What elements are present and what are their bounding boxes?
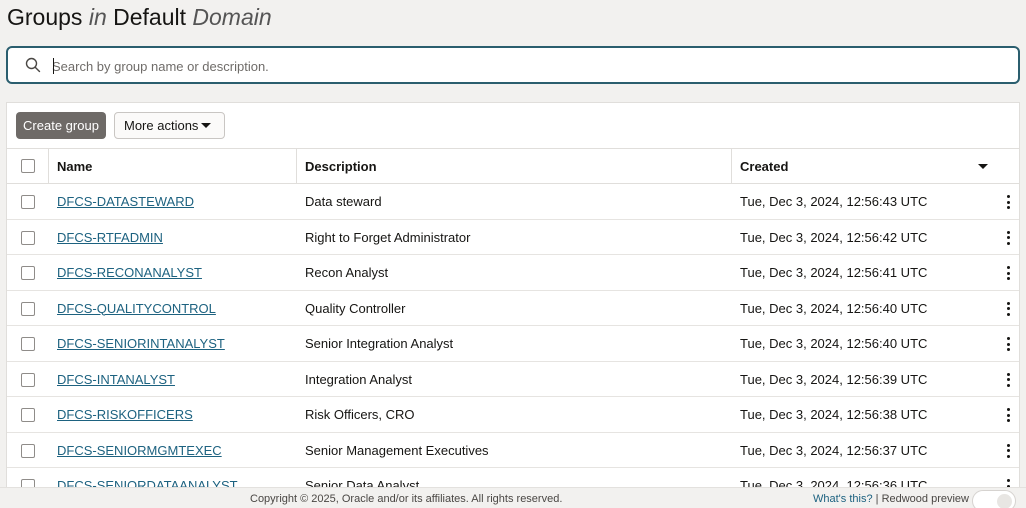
kebab-menu-icon[interactable] xyxy=(1002,407,1014,423)
more-actions-button[interactable]: More actions xyxy=(114,112,225,139)
title-domain: Domain xyxy=(192,4,272,30)
row-checkbox[interactable] xyxy=(21,408,35,422)
group-description: Recon Analyst xyxy=(305,265,389,280)
search-input[interactable] xyxy=(52,53,1002,79)
table-row[interactable]: DFCS-DATASTEWARD Data steward Tue, Dec 3, … xyxy=(7,184,1019,220)
group-description: Integration Analyst xyxy=(305,371,412,387)
column-header-name[interactable]: Name xyxy=(57,149,92,184)
row-checkbox[interactable] xyxy=(21,230,35,245)
table-row[interactable]: DFCS-QUALITYCONTROL Quality Controller Tue… xyxy=(7,291,1019,326)
search-icon xyxy=(25,57,41,73)
table-row[interactable]: DFCS-RISKOFFICERS Risk Officers, CRO Tue, … xyxy=(7,397,1019,433)
group-name-link[interactable]: DFCS-RISKOFFICERS xyxy=(57,397,193,432)
group-name-link[interactable]: DFCS-SENIORINTANALYST xyxy=(57,326,225,361)
redwood-preview-label: Redwood preview xyxy=(881,493,969,505)
group-name-link[interactable]: DFCS-QUALITYCONTROL xyxy=(57,291,216,326)
group-name-link[interactable]: DFCS-RTFADMIN xyxy=(57,220,163,255)
table-row[interactable]: DFCS-SENIORINTANALYST Senior Integration … xyxy=(7,326,1019,362)
table-row[interactable]: DFCS-RECONANALYST Recon Analyst Tue, Dec 3… xyxy=(7,255,1019,291)
page-footer: Copyright © 2025, Oracle and/or its affi… xyxy=(0,487,1026,508)
kebab-menu-icon[interactable] xyxy=(1002,265,1014,281)
table-body: DFCS-DATASTEWARD Data steward Tue, Dec 3, … xyxy=(7,184,1019,491)
group-created-date: Tue, Dec 3, 2024, 12:56:40 UTC xyxy=(740,300,928,316)
row-checkbox[interactable] xyxy=(21,266,35,280)
groups-panel: Create group More actions Name Descripti… xyxy=(6,102,1020,492)
row-checkbox[interactable] xyxy=(21,443,35,458)
group-created-date: Tue, Dec 3, 2024, 12:56:38 UTC xyxy=(740,407,928,422)
group-description: Quality Controller xyxy=(305,300,406,316)
redwood-preview-toggle[interactable] xyxy=(972,490,1016,508)
kebab-menu-icon[interactable] xyxy=(1002,230,1014,246)
sort-descending-icon[interactable] xyxy=(978,164,988,169)
footer-right: What's this? | Redwood preview xyxy=(813,493,969,505)
whats-this-link[interactable]: What's this? xyxy=(813,493,873,505)
group-description: Senior Integration Analyst xyxy=(305,336,454,351)
group-created-date: Tue, Dec 3, 2024, 12:56:40 UTC xyxy=(740,336,928,351)
search-box[interactable] xyxy=(6,46,1020,84)
table-row[interactable]: DFCS-SENIORMGMTEXEC Senior Management Exe… xyxy=(7,433,1019,468)
group-description: Risk Officers, CRO xyxy=(305,407,415,422)
group-name-link[interactable]: DFCS-RECONANALYST xyxy=(57,255,202,290)
copyright-text: Copyright © 2025, Oracle and/or its affi… xyxy=(250,493,563,505)
column-divider xyxy=(296,149,297,184)
kebab-menu-icon[interactable] xyxy=(1002,301,1014,317)
group-description: Data steward xyxy=(305,194,382,209)
row-checkbox[interactable] xyxy=(21,195,35,209)
kebab-menu-icon[interactable] xyxy=(1002,194,1014,210)
page-title: Groups in Default Domain xyxy=(7,4,272,30)
group-created-date: Tue, Dec 3, 2024, 12:56:39 UTC xyxy=(740,371,928,387)
more-actions-label: More actions xyxy=(124,118,199,133)
column-header-description[interactable]: Description xyxy=(305,149,377,184)
create-group-button[interactable]: Create group xyxy=(16,112,106,139)
footer-separator: | xyxy=(875,493,879,505)
row-checkbox[interactable] xyxy=(21,372,35,387)
group-created-date: Tue, Dec 3, 2024, 12:56:43 UTC xyxy=(740,194,928,209)
group-created-date: Tue, Dec 3, 2024, 12:56:42 UTC xyxy=(740,229,928,245)
row-checkbox[interactable] xyxy=(21,301,35,316)
column-divider xyxy=(731,149,732,184)
select-all-checkbox[interactable] xyxy=(21,159,35,173)
column-divider xyxy=(48,149,49,184)
title-groups: Groups xyxy=(7,4,83,30)
column-header-created[interactable]: Created xyxy=(740,149,788,184)
kebab-menu-icon[interactable] xyxy=(1002,336,1014,352)
group-description: Senior Management Executives xyxy=(305,442,489,458)
table-row[interactable]: DFCS-RTFADMIN Right to Forget Administrat… xyxy=(7,220,1019,255)
chevron-down-icon xyxy=(201,123,211,128)
group-name-link[interactable]: DFCS-SENIORMGMTEXEC xyxy=(57,433,222,468)
group-name-link[interactable]: DFCS-DATASTEWARD xyxy=(57,184,194,219)
table-row[interactable]: DFCS-INTANALYST Integration Analyst Tue, D… xyxy=(7,362,1019,397)
group-created-date: Tue, Dec 3, 2024, 12:56:37 UTC xyxy=(740,442,928,458)
group-description: Right to Forget Administrator xyxy=(305,229,471,245)
toggle-knob xyxy=(997,494,1012,508)
title-in: in xyxy=(88,4,107,30)
group-name-link[interactable]: DFCS-INTANALYST xyxy=(57,362,175,397)
kebab-menu-icon[interactable] xyxy=(1002,372,1014,388)
text-caret xyxy=(53,58,54,74)
group-created-date: Tue, Dec 3, 2024, 12:56:41 UTC xyxy=(740,265,928,280)
title-default: Default xyxy=(113,4,186,30)
row-checkbox[interactable] xyxy=(21,337,35,351)
table-header: Name Description Created xyxy=(7,148,1019,184)
kebab-menu-icon[interactable] xyxy=(1002,443,1014,459)
